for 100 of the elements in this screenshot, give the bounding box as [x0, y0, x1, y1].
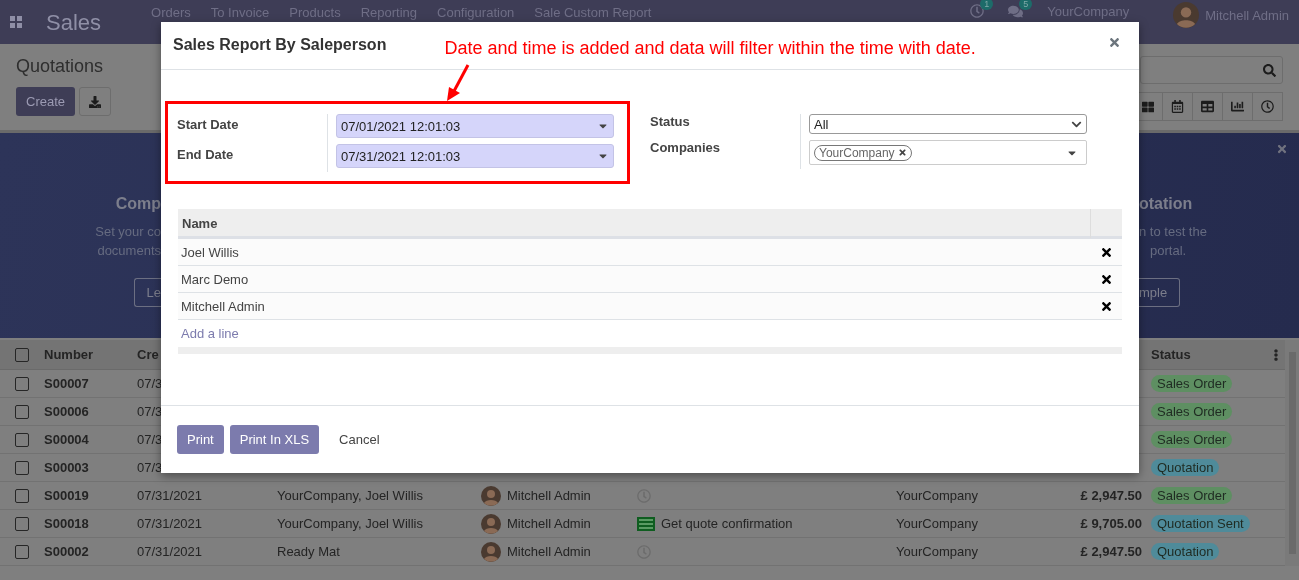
banner-text: n to test the [1139, 223, 1207, 241]
banner-text: Set your co [95, 223, 161, 241]
table-cell-text: YourCompany [895, 488, 978, 503]
app-name: Sales [46, 10, 102, 36]
table-cell-text: Mitchell Admin [180, 298, 266, 314]
checkbox[interactable] [15, 404, 29, 419]
table-cell-text: S00007 [43, 376, 89, 391]
download-icon [89, 95, 102, 108]
table-cell-text: S00006 [43, 404, 89, 419]
activity-view-button[interactable] [1252, 92, 1283, 121]
column-header[interactable]: Number [37, 347, 94, 362]
status-tag: Quotation Sent [1151, 515, 1250, 532]
download-button[interactable] [79, 87, 112, 116]
banner-text: portal. [1149, 242, 1187, 260]
status-tag: Sales Order [1151, 403, 1233, 420]
count-badge: 5 [1019, 0, 1033, 10]
table-cell-text: S00002 [43, 544, 89, 559]
status-tag: Sales Order [1151, 431, 1233, 448]
field-label: End Date [177, 146, 235, 164]
chart-view-button[interactable] [1222, 92, 1253, 121]
banner-heading: otation [1139, 195, 1193, 213]
salesperson-name: Mitchell Admin [507, 544, 591, 559]
activity-text: Get quote confirmation [661, 516, 793, 531]
table-cell-text: Marc Demo [180, 271, 250, 287]
close-icon [1108, 36, 1121, 49]
table-cell-text: YourCompany, Joel Willis [276, 516, 423, 531]
table-cell-text: YourCompany [895, 544, 978, 559]
checkbox[interactable] [15, 432, 29, 447]
status-select[interactable]: All [809, 114, 1087, 134]
companies-field[interactable]: YourCompany [809, 140, 1087, 165]
table-cell-text: 07/3 [136, 432, 163, 447]
checkbox[interactable] [15, 488, 29, 503]
delete-icon [1099, 272, 1113, 286]
column-header: Name [181, 215, 219, 233]
status-tag: Sales Order [1151, 487, 1233, 504]
apps-menu-icon[interactable] [10, 16, 22, 28]
table-cell-text: S00018 [43, 516, 89, 531]
delete-icon [1099, 299, 1113, 313]
salesperson-name: Mitchell Admin [507, 488, 591, 503]
field-label: Companies [650, 140, 722, 157]
amount-cell-text: £ 2,947.50 [1080, 488, 1143, 503]
checkbox[interactable] [15, 347, 29, 362]
banner-heading: Comp [115, 195, 161, 213]
page-title: Quotations [16, 56, 105, 77]
add-line-link[interactable]: Add a line [181, 326, 239, 341]
status-tag: Quotation [1151, 459, 1220, 476]
checkbox[interactable] [15, 544, 29, 559]
column-header[interactable]: Cre [130, 347, 159, 362]
search-icon [1263, 63, 1276, 77]
remove-icon[interactable] [897, 148, 907, 157]
chat-icon[interactable] [1008, 4, 1024, 19]
checkbox[interactable] [15, 460, 29, 475]
table-cell-text: S00019 [43, 488, 89, 503]
clock-icon [1261, 100, 1274, 113]
table-cell-text: 07/31/2021 [136, 488, 203, 503]
amount-cell-text: £ 9,705.00 [1080, 516, 1143, 531]
banner-text: documents [97, 242, 161, 260]
search-field[interactable] [1140, 56, 1283, 84]
dialog-title: Sales Report By Saleperson [173, 36, 387, 54]
status-tag: Quotation [1151, 543, 1220, 560]
checkbox[interactable] [15, 516, 29, 531]
table-icon [1201, 100, 1214, 113]
annotation-text: Date and time is added and data will filter within the time with date. [444, 38, 976, 59]
list-icon[interactable] [637, 516, 655, 531]
date-field[interactable]: 07/01/2021 12:01:03 [336, 114, 614, 138]
table-cell-text: 07/31/2021 [136, 516, 203, 531]
column-header[interactable]: Status [1145, 347, 1270, 362]
table-cell-text: 07/3 [136, 460, 163, 475]
date-field[interactable]: 07/31/2021 12:01:03 [336, 144, 614, 168]
table-view-button[interactable] [1192, 92, 1223, 121]
table-cell-text: YourCompany, Joel Willis [276, 488, 423, 503]
cancel-button[interactable]: Cancel [329, 425, 390, 454]
create-button[interactable]: Create [16, 87, 76, 116]
delete-icon [1099, 245, 1113, 259]
calendar-view-button[interactable] [1162, 92, 1193, 121]
close-icon[interactable] [1276, 143, 1288, 155]
checkbox[interactable] [15, 376, 29, 391]
table-cell-text: Ready Mat [276, 544, 340, 559]
print-button[interactable]: Print [177, 425, 224, 454]
table-cell-text: 07/31/2021 [136, 544, 203, 559]
table-cell-text: S00004 [43, 432, 89, 447]
status-tag: Sales Order [1151, 375, 1233, 392]
print-button[interactable]: Print In XLS [229, 425, 320, 454]
count-badge: 1 [980, 0, 994, 10]
avatar-icon [481, 513, 501, 534]
grid-icon [1141, 100, 1154, 113]
table-cell-text: 07/3 [136, 404, 163, 419]
table-cell-text: S00003 [43, 460, 89, 475]
calendar-icon [1171, 100, 1184, 113]
table-cell-text: 07/3 [136, 376, 163, 391]
field-label: Start Date [177, 116, 240, 134]
table-cell-text: Joel Willis [180, 244, 240, 260]
clock-icon[interactable] [970, 4, 985, 18]
avatar-icon [1173, 2, 1200, 28]
avatar-icon [481, 541, 501, 562]
avatar-icon [481, 485, 501, 506]
field-label: Status [650, 114, 691, 131]
salesperson-name: Mitchell Admin [507, 516, 591, 531]
bar-chart-icon [1231, 100, 1244, 113]
table-cell-text: YourCompany [895, 516, 978, 531]
